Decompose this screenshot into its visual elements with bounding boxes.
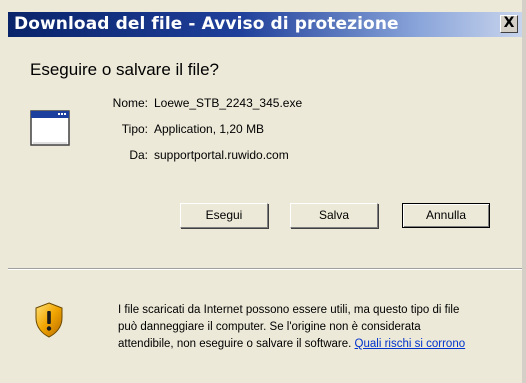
file-name-label: Nome: <box>112 96 148 110</box>
save-button[interactable]: Salva <box>290 203 378 228</box>
cancel-button[interactable]: Annulla <box>402 203 490 228</box>
download-security-dialog: Download del file - Avviso di protezione… <box>0 0 526 383</box>
close-button[interactable]: X <box>500 15 518 33</box>
dialog-question: Eseguire o salvare il file? <box>30 60 219 79</box>
file-type-value: Application, 1,20 MB <box>154 122 265 136</box>
run-button[interactable]: Esegui <box>180 203 268 228</box>
window-title: Download del file - Avviso di protezione <box>14 14 399 34</box>
window-right-edge <box>522 0 526 383</box>
divider <box>8 268 522 270</box>
security-warning-text: I file scaricati da Internet possono ess… <box>118 302 478 353</box>
title-bar[interactable]: Download del file - Avviso di protezione… <box>8 12 522 37</box>
file-from-value: supportportal.ruwido.com <box>154 148 289 162</box>
file-name-value: Loewe_STB_2243_345.exe <box>154 96 303 110</box>
risks-link[interactable]: Quali rischi si corrono <box>355 338 466 350</box>
security-shield-warning-icon <box>35 302 63 338</box>
file-from-label: Da: <box>129 148 148 162</box>
file-type-label: Tipo: <box>121 122 148 136</box>
